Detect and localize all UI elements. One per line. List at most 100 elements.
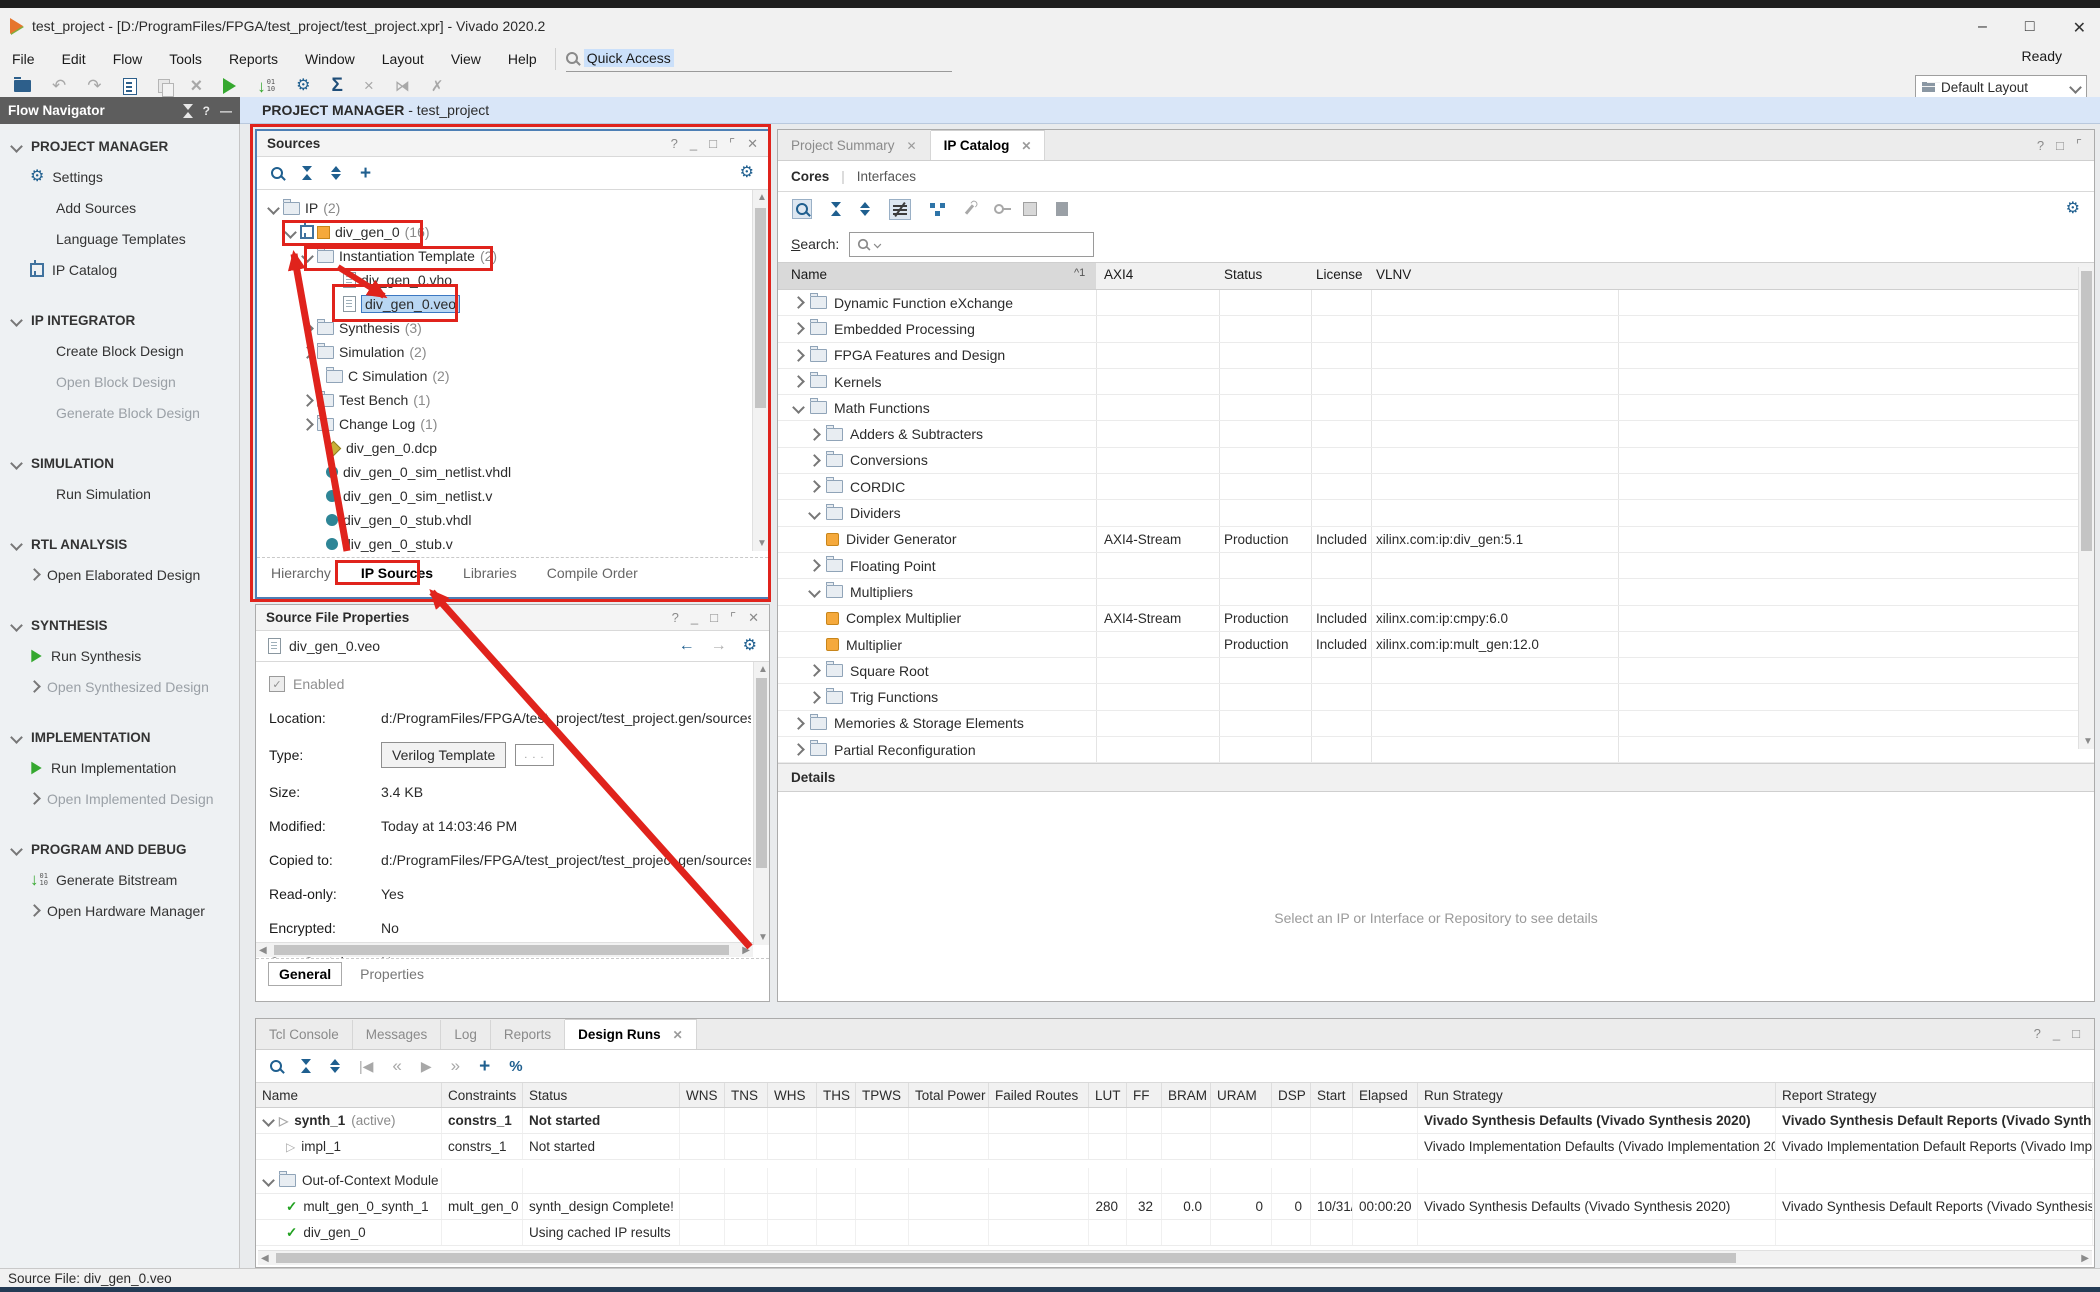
close-panel-icon[interactable]: ✕ [748,610,759,626]
help-icon[interactable]: ? [672,610,679,625]
flownav-item-add-sources[interactable]: Add Sources [0,192,239,223]
float-panel-icon[interactable]: ⌜ [2076,137,2082,153]
menu-layout[interactable]: Layout [382,51,424,67]
column-header-tns[interactable]: TNS [725,1083,768,1107]
tree-item-simulation[interactable]: Simulation(2) [257,340,768,364]
expand-all-icon[interactable] [860,202,870,216]
run-row-synth-1[interactable]: ▷synth_1(active)constrs_1Not startedViva… [256,1108,2094,1134]
tab-project-summary[interactable]: Project Summary✕ [778,131,931,160]
float-panel-icon[interactable]: ⌜ [730,610,736,626]
column-header-lut[interactable]: LUT [1089,1083,1127,1107]
forward-arrow-icon[interactable]: → [711,637,727,655]
repository-icon[interactable] [1056,202,1068,216]
menu-file[interactable]: File [12,51,35,67]
flownav-item-open-block-design[interactable]: Open Block Design [0,366,239,397]
tree-item-synthesis[interactable]: Synthesis(3) [257,316,768,340]
run-row-impl-1[interactable]: ▷impl_1constrs_1Not startedVivado Implem… [256,1134,2094,1160]
ip-row-multiplier[interactable]: MultiplierProductionIncludedxilinx.com:i… [778,632,2094,658]
maximize-panel-icon[interactable]: □ [710,610,718,625]
expand-all-icon[interactable] [331,166,341,180]
flow-section-header-simulation[interactable]: SIMULATION [0,449,239,478]
flownav-item-open-hardware-manager[interactable]: Open Hardware Manager [0,895,239,926]
column-header-report-strategy[interactable]: Report Strategy [1776,1083,2093,1107]
collapse-all-icon[interactable] [301,1059,311,1073]
ip-row-dividers[interactable]: Dividers [778,500,2094,526]
group-by-hierarchy-icon[interactable] [930,203,945,216]
panel-settings-icon[interactable]: ⚙ [740,165,754,181]
column-header-whs[interactable]: WHS [768,1083,817,1107]
delete-icon[interactable]: × [191,75,203,98]
type-dropdown[interactable]: Verilog Template [381,742,506,768]
generate-bitstream-icon[interactable]: ↓0110 [257,78,275,95]
column-header-ff[interactable]: FF [1127,1083,1162,1107]
flow-section-header-program-and-debug[interactable]: PROGRAM AND DEBUG [0,835,239,864]
ip-row-trig-functions[interactable]: Trig Functions [778,684,2094,710]
percent-icon[interactable]: % [509,1058,522,1075]
link-icon[interactable]: ⧒ [395,77,410,95]
skip-to-start-icon[interactable]: |◀ [359,1058,373,1075]
minimize-panel-icon[interactable]: _ [691,610,698,625]
open-project-icon[interactable] [14,80,31,92]
enabled-checkbox[interactable]: ✓ [269,676,285,692]
ip-search-input[interactable] [849,232,1094,257]
license-icon[interactable] [994,204,1004,214]
menu-tools[interactable]: Tools [169,51,202,67]
tree-item-div-gen-0-stub-vhdl[interactable]: div_gen_0_stub.vhdl [257,508,768,532]
search-icon[interactable] [271,167,283,179]
ip-row-divider-generator[interactable]: Divider GeneratorAXI4-StreamProductionIn… [778,527,2094,553]
menu-edit[interactable]: Edit [62,51,86,67]
cancel-icon[interactable]: × [364,76,374,96]
column-header-ths[interactable]: THS [817,1083,856,1107]
column-header-uram[interactable]: URAM [1211,1083,1272,1107]
ip-row-complex-multiplier[interactable]: Complex MultiplierAXI4-StreamProductionI… [778,606,2094,632]
menu-window[interactable]: Window [305,51,355,67]
flownav-item-ip-catalog[interactable]: IP Catalog [0,254,239,285]
tab-cores[interactable]: Cores [791,169,829,184]
menu-view[interactable]: View [451,51,481,67]
column-header-license[interactable]: License [1316,267,1363,282]
ip-row-partial-reconfiguration[interactable]: Partial Reconfiguration [778,737,2094,763]
more-button[interactable]: . . . [515,744,553,766]
column-header-name[interactable]: Name [256,1083,442,1107]
ip-row-adders-subtracters[interactable]: Adders & Subtracters [778,421,2094,447]
tree-item-change-log[interactable]: Change Log(1) [257,412,768,436]
tab-hierarchy[interactable]: Hierarchy [271,565,331,581]
ip-row-conversions[interactable]: Conversions [778,448,2094,474]
scrollbar-horizontal[interactable]: ◀ ▶ [256,942,753,957]
tab-design-runs[interactable]: Design Runs✕ [565,1019,697,1049]
debug-probe-icon[interactable]: ✗ [431,77,444,95]
minimize-panel-icon[interactable]: _ [2053,1026,2060,1041]
help-icon[interactable]: ? [671,136,678,151]
column-header-dsp[interactable]: DSP [1272,1083,1311,1107]
run-row-out-of-context-module-runs[interactable]: Out-of-Context Module Runs [256,1168,2094,1194]
close-panel-icon[interactable]: ✕ [747,136,758,152]
tab-messages[interactable]: Messages [353,1020,442,1049]
panel-settings-icon[interactable]: ⚙ [2066,201,2080,217]
collapse-all-icon[interactable] [831,202,841,216]
column-header-status[interactable]: Status [523,1083,680,1107]
column-header-failed-routes[interactable]: Failed Routes [989,1083,1089,1107]
help-icon[interactable]: ? [203,104,210,118]
tab-general[interactable]: General [268,962,342,986]
tree-item-div-gen-0[interactable]: div_gen_0(16) [257,220,768,244]
tab-tcl-console[interactable]: Tcl Console [256,1020,353,1049]
flow-section-header-implementation[interactable]: IMPLEMENTATION [0,723,239,752]
ip-row-embedded-processing[interactable]: Embedded Processing [778,316,2094,342]
maximize-panel-icon[interactable]: □ [709,136,717,151]
column-header-elapsed[interactable]: Elapsed [1353,1083,1418,1107]
search-icon[interactable] [270,1060,282,1072]
flownav-item-generate-block-design[interactable]: Generate Block Design [0,397,239,428]
back-arrow-icon[interactable]: ← [679,637,695,655]
close-tab-icon[interactable]: ✕ [1021,139,1031,153]
tree-item-div-gen-0-sim-netlist-v[interactable]: div_gen_0_sim_netlist.v [257,484,768,508]
ip-row-multipliers[interactable]: Multipliers [778,579,2094,605]
minimize-panel-icon[interactable]: _ [690,136,697,151]
help-icon[interactable]: ? [2034,1026,2041,1041]
ip-row-memories-storage-elements[interactable]: Memories & Storage Elements [778,711,2094,737]
collapse-all-icon[interactable] [302,166,312,180]
column-header-wns[interactable]: WNS [680,1083,725,1107]
flownav-item-run-simulation[interactable]: Run Simulation [0,478,239,509]
tree-item-div-gen-0-vho[interactable]: div_gen_0.vho [257,268,768,292]
tree-item-c-simulation[interactable]: C Simulation(2) [257,364,768,388]
step-forward-icon[interactable]: » [451,1056,460,1076]
